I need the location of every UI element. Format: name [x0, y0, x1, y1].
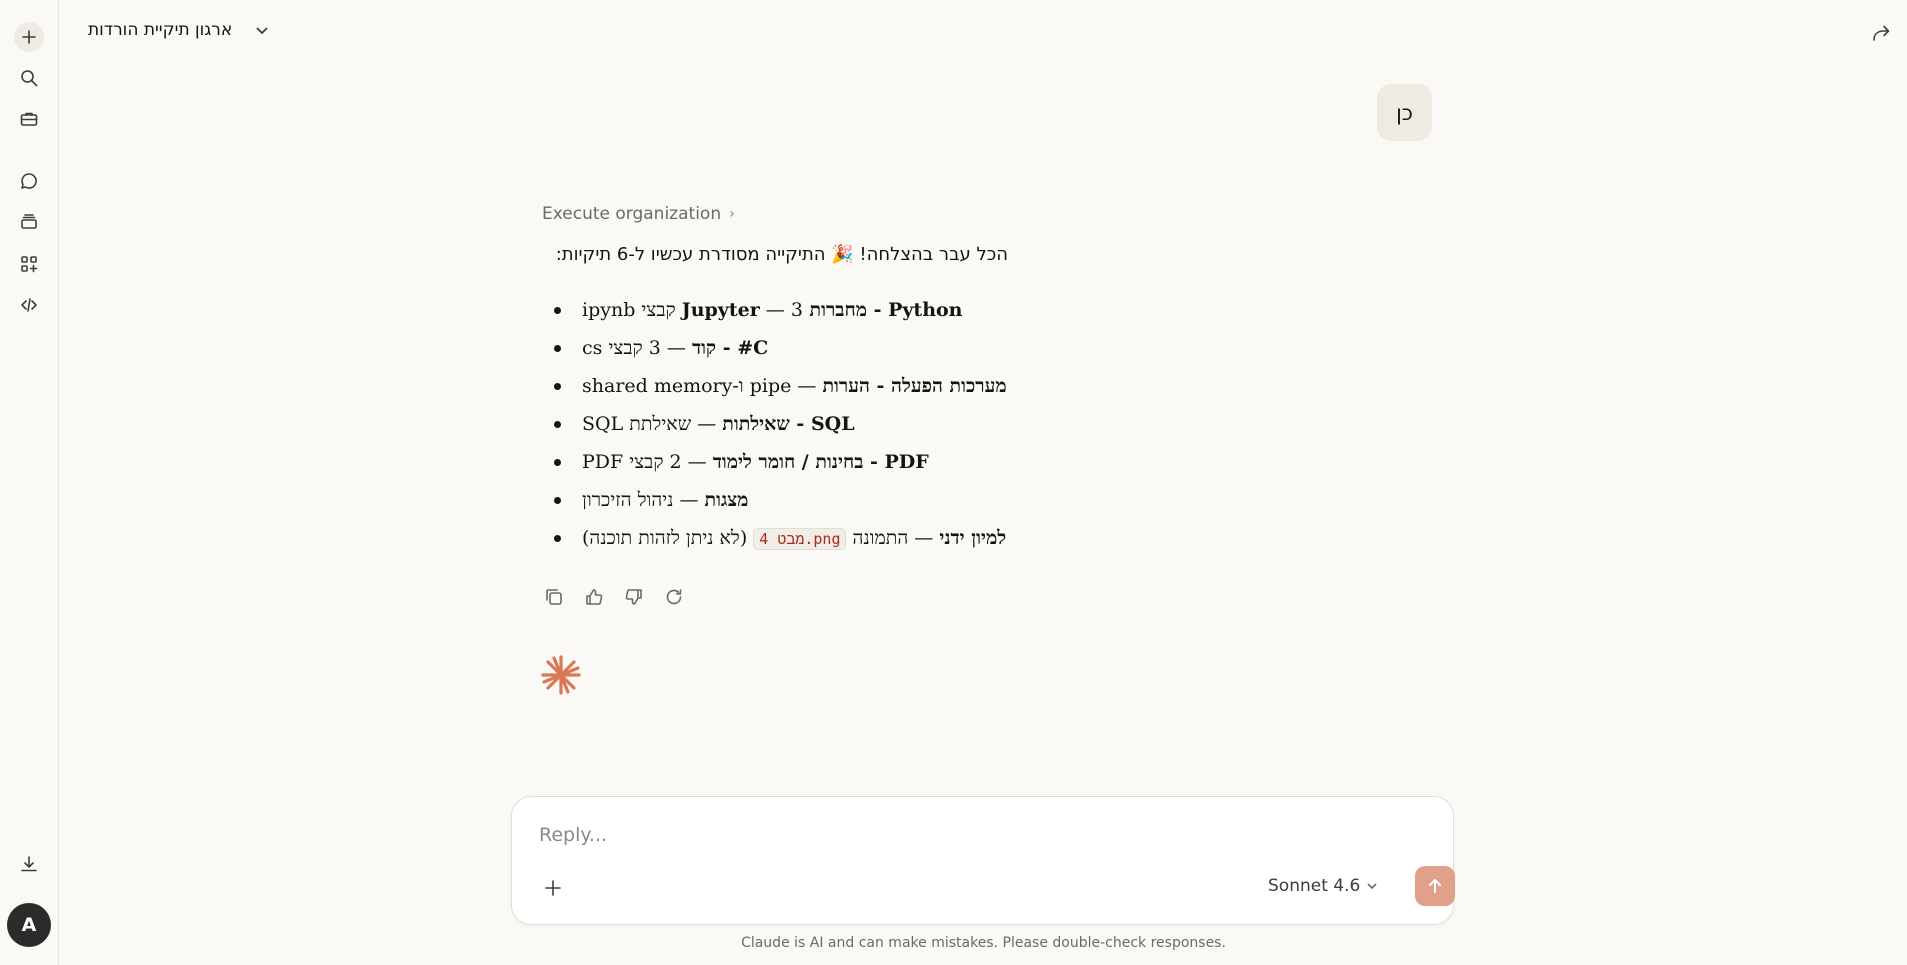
message-actions [542, 585, 686, 609]
artifacts-button[interactable] [14, 249, 44, 279]
chevron-down-icon [256, 27, 268, 35]
briefcase-icon [20, 112, 38, 126]
download-button[interactable] [14, 849, 44, 879]
copy-button[interactable] [542, 585, 566, 609]
list-item-text: — התמונה [846, 526, 940, 549]
attach-button[interactable] [542, 877, 566, 901]
bullet-dot [554, 420, 561, 428]
grid-icon [21, 256, 38, 273]
list-item-bold: Python - מחברות Jupyter [681, 298, 963, 321]
model-selector[interactable]: Sonnet 4.6 [1268, 876, 1378, 896]
send-button[interactable] [1415, 866, 1455, 906]
inline-code-name: מבט 4 [759, 529, 805, 548]
list-item-bold: למיון ידני [939, 526, 1007, 549]
conversation-title-button[interactable]: ארגון תיקיית הורדות [88, 20, 270, 40]
list-item-bold: מערכות הפעלה - הערות [822, 374, 1007, 397]
claude-spark-icon [541, 655, 581, 695]
user-message: כן [1377, 84, 1432, 141]
thumbs-up-button[interactable] [582, 585, 606, 609]
download-icon [21, 856, 37, 872]
list-item-bold: PDF - בחינות / חומר לימוד [712, 450, 929, 473]
list-item-text: — pipe ו-shared memory [582, 374, 823, 397]
list-item-text: — ניהול הזיכרון [582, 488, 705, 511]
bullet-dot [554, 496, 561, 504]
list-item-text: — 2 קבצי PDF [582, 450, 713, 473]
inline-code-ext: .png [804, 529, 841, 548]
tools-button[interactable] [14, 104, 44, 134]
assistant-intro: הכל עבר בהצלחה! 🎉 התיקייה מסודרת עכשיו ל… [555, 244, 1008, 265]
list-item-tail: (לא ניתן לזהות תוכנה) [582, 526, 754, 549]
thumbs-down-icon [625, 589, 642, 605]
list-item-text: — שאילתת SQL [582, 412, 723, 435]
new-chat-button[interactable] [14, 22, 44, 52]
stack-icon [21, 214, 37, 229]
tool-call-label: Execute organization [542, 204, 722, 224]
thumbs-up-icon [586, 589, 603, 605]
list-item-text: — 3 קבצי cs [582, 336, 692, 359]
projects-button[interactable] [14, 207, 44, 237]
share-arrow-icon [1873, 25, 1890, 41]
list-item-bold: SQL - שאילתות [722, 412, 855, 435]
conversation-title: ארגון תיקיית הורדות [88, 20, 233, 40]
retry-button[interactable] [662, 585, 686, 609]
copy-icon [546, 589, 562, 605]
chat-icon [21, 173, 37, 189]
code-icon [21, 298, 37, 312]
model-name: Sonnet 4.6 [1268, 876, 1361, 896]
chats-button[interactable] [14, 166, 44, 196]
list-item-bold: מצגות [704, 488, 749, 511]
reply-input[interactable]: Reply... [539, 824, 607, 846]
chevron-down-icon [1367, 883, 1377, 890]
plus-icon [22, 30, 36, 44]
tool-call-toggle[interactable]: Execute organization › [542, 204, 735, 224]
bullet-dot [554, 344, 561, 352]
sidebar: A [0, 0, 59, 965]
search-icon [21, 70, 38, 87]
chevron-right-icon: › [729, 206, 735, 222]
arrow-up-icon [1429, 879, 1441, 893]
share-button[interactable] [1870, 22, 1894, 46]
reply-composer: Reply... Sonnet 4.6 [511, 796, 1455, 925]
plus-icon [545, 880, 561, 896]
retry-icon [666, 589, 682, 605]
bullet-dot [554, 306, 561, 314]
thumbs-down-button[interactable] [622, 585, 646, 609]
inline-code-filename: מבט 4.png [753, 527, 847, 550]
code-button[interactable] [14, 290, 44, 320]
bullet-dot [554, 382, 561, 390]
bullet-dot [554, 458, 561, 466]
list-item-bold: C# - קוד [691, 336, 769, 359]
bullet-dot [554, 534, 561, 542]
disclaimer: Claude is AI and can make mistakes. Plea… [741, 935, 1226, 951]
search-button[interactable] [14, 63, 44, 93]
